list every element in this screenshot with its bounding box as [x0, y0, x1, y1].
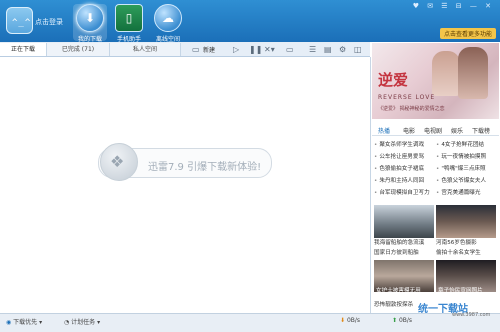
news-link[interactable]: • 玩一夜情被拍摸照: [436, 152, 486, 160]
chevron-down-icon: ▾: [97, 319, 101, 326]
news-text: 色狼偷拍女子裙底: [379, 166, 425, 172]
bullet-icon: •: [436, 154, 440, 160]
banner-person-image: [432, 51, 460, 96]
news-text: 公车抢让座男爱骂: [379, 154, 425, 160]
schedule-label: 计划任务: [71, 319, 96, 326]
thumbnail-caption[interactable]: 女护士被害模无用: [376, 286, 421, 294]
nav-phone-assistant[interactable]: ▯ 手机助手: [112, 4, 146, 43]
detail-view-icon[interactable]: ▤: [324, 44, 332, 56]
bullet-icon: •: [374, 154, 378, 160]
bullet-icon: •: [374, 178, 378, 184]
play-icon[interactable]: ▷: [233, 44, 239, 56]
tab-private-space[interactable]: 私人空间: [110, 43, 181, 56]
bullet-icon: •: [436, 190, 440, 196]
movie-banner[interactable]: 逆爱 REVERSE LOVE 《逆爱》 揭秘神秘的爱情之恋: [372, 43, 499, 119]
nav-offline-space[interactable]: ☁ 离线空间: [151, 4, 185, 43]
news-link[interactable]: • 聚女杀师学生调戏: [374, 140, 424, 148]
news-link[interactable]: • 公车抢让座男爱骂: [374, 152, 424, 160]
phone-icon: ▯: [115, 4, 143, 32]
download-list-area[interactable]: [0, 57, 371, 313]
thunder-logo: ❖: [100, 143, 138, 181]
bullet-icon: •: [436, 166, 440, 172]
avatar-face-icon: ^_^: [12, 18, 32, 28]
cloud-icon: ☁: [154, 4, 182, 32]
thumbnail-caption[interactable]: 我海留船舶的急流溪: [374, 238, 424, 246]
news-link[interactable]: • 色狼偷拍女子裙底: [374, 164, 424, 172]
collapse-icon[interactable]: ◫: [354, 44, 362, 56]
folder-icon[interactable]: ▭: [286, 44, 294, 56]
thumbnail-subcaption[interactable]: 国家日方彼到船舶: [374, 248, 419, 256]
news-text: 朱丹和主持人同回: [379, 178, 425, 184]
bullet-icon: •: [374, 166, 378, 172]
category-tab-rankings[interactable]: 下载榜: [472, 126, 490, 135]
upload-speed-value: 0B/s: [398, 317, 413, 324]
delete-icon[interactable]: ✕▾: [264, 44, 275, 56]
banner-title: 逆爱: [378, 71, 409, 89]
news-link[interactable]: • 色狼父爷爆女夫人: [436, 176, 486, 184]
promo-text: 迅雷7.9 引爆下载新体验!: [148, 162, 262, 173]
avatar[interactable]: ^_^: [6, 7, 33, 34]
new-task-icon[interactable]: ▭: [192, 44, 200, 56]
more-features-button[interactable]: 点击查看更多功能: [439, 28, 496, 39]
upload-speed: ⬆ 0B/s: [392, 317, 412, 324]
news-link[interactable]: • 宫克美通篇曝光: [436, 188, 480, 196]
video-thumbnail[interactable]: [374, 205, 434, 238]
new-task-button[interactable]: 新建: [203, 45, 215, 57]
news-text: 台军现模拟自卫写力: [379, 190, 430, 196]
banner-subtitle: 《逆爱》 揭秘神秘的爱情之恋: [378, 106, 445, 112]
news-link[interactable]: • "鸭嘴"爆三点床照: [436, 164, 486, 172]
category-tab-tv[interactable]: 电视剧: [424, 126, 442, 135]
thumbnail-caption[interactable]: 章子怡民宣网照片: [438, 286, 483, 294]
banner-person-image: [458, 47, 488, 99]
chevron-down-icon: ▾: [39, 319, 43, 326]
news-text: 宫克美通篇曝光: [441, 190, 481, 196]
banner-english-title: REVERSE LOVE: [378, 94, 436, 101]
nav-my-downloads[interactable]: ⬇ 我的下载: [73, 4, 107, 43]
news-text: 聚女杀师学生调戏: [379, 142, 425, 148]
news-text: 4女子抢鲜花团结: [441, 142, 485, 148]
download-speed-value: 0B/s: [346, 317, 361, 324]
bullet-icon: •: [374, 190, 378, 196]
download-icon: ⬇: [76, 4, 104, 32]
clock-icon: ◔: [64, 319, 70, 326]
up-arrow-icon: ⬆: [392, 317, 398, 324]
category-tab-entertainment[interactable]: 娱乐: [451, 126, 463, 135]
news-link[interactable]: • 台军现模拟自卫写力: [374, 188, 430, 196]
tab-completed[interactable]: 已完成 (71): [47, 43, 110, 56]
bird-icon: ❖: [110, 152, 125, 171]
window-controls[interactable]: ♥ ✉ ☰ ⊟ — ✕: [413, 2, 494, 10]
thumbnail-subcaption[interactable]: 恐怖靓敦按探杀: [374, 300, 413, 308]
news-text: 色狼父爷爆女夫人: [441, 178, 487, 184]
download-speed: ⬇ 0B/s: [340, 317, 360, 324]
category-divider: [372, 135, 499, 136]
thumbnail-subcaption[interactable]: 偷拍十余名女学生: [436, 248, 481, 256]
login-link[interactable]: 点击登录: [35, 17, 63, 27]
news-text: 玩一夜情被拍摸照: [441, 154, 487, 160]
down-arrow-icon: ⬇: [340, 317, 346, 324]
list-view-icon[interactable]: ☰: [309, 44, 316, 56]
schedule-button[interactable]: ◔ 计划任务 ▾: [64, 317, 100, 326]
news-link[interactable]: • 朱丹和主持人同回: [374, 176, 424, 184]
watermark-url: www.3987.com: [452, 312, 491, 318]
gear-icon: ◉: [6, 319, 12, 326]
download-priority-button[interactable]: ◉ 下载优先 ▾: [6, 317, 42, 326]
pause-icon[interactable]: ❚❚: [249, 44, 262, 56]
bullet-icon: •: [436, 178, 440, 184]
bullet-icon: •: [374, 142, 378, 148]
tab-downloading[interactable]: 正在下载: [0, 43, 47, 56]
priority-label: 下载优先: [13, 319, 38, 326]
video-thumbnail[interactable]: [436, 205, 496, 238]
thumbnail-caption[interactable]: 河南56岁色摄影: [436, 238, 477, 246]
bullet-icon: •: [436, 142, 440, 148]
category-tab-movies[interactable]: 电影: [403, 126, 415, 135]
news-text: "鸭嘴"爆三点床照: [441, 166, 486, 172]
news-link[interactable]: • 4女子抢鲜花团结: [436, 140, 484, 148]
settings-icon[interactable]: ⚙: [339, 44, 346, 56]
